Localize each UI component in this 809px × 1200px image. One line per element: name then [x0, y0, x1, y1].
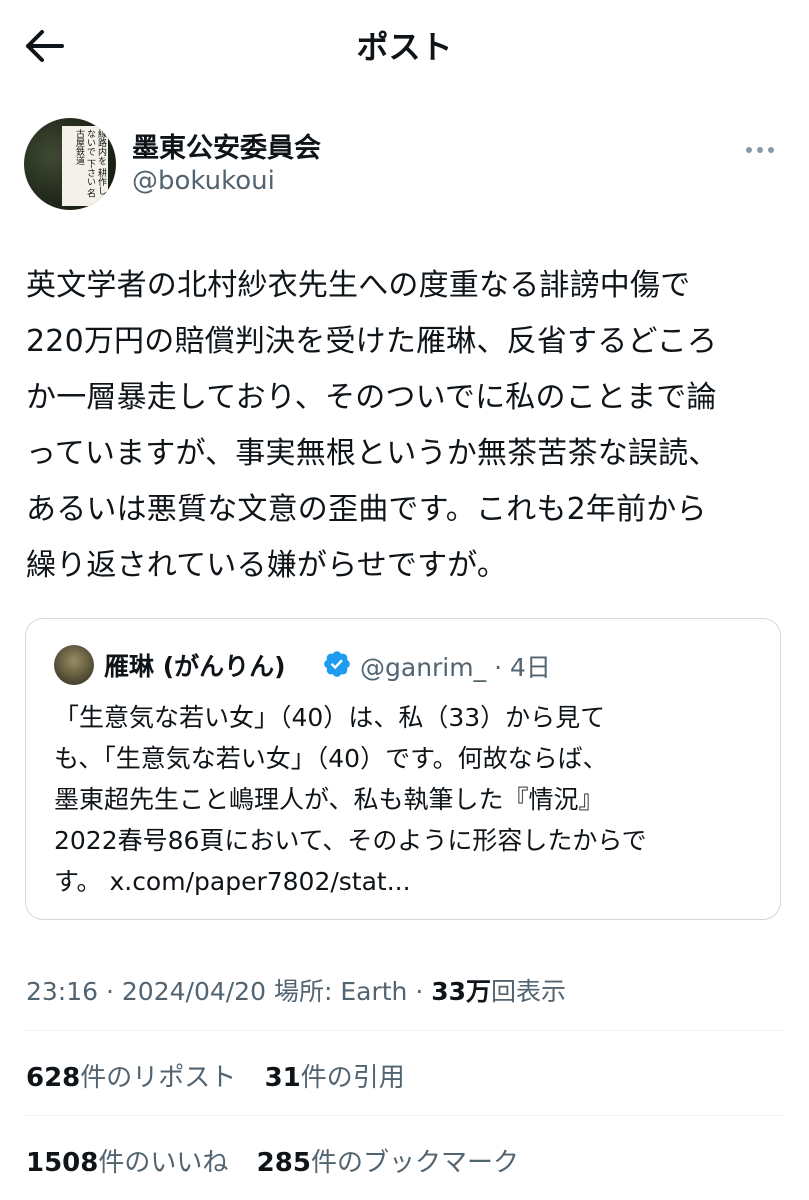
- likes-stat[interactable]: 1508件のいいね: [26, 1142, 228, 1179]
- separator-dot: ·: [106, 977, 114, 1006]
- divider: [24, 1030, 784, 1031]
- author-display-name[interactable]: 墨東公安委員会: [132, 126, 321, 165]
- avatar[interactable]: 線路内を 耕作しないで 下さい 名古屋鉄道: [24, 118, 116, 210]
- quoted-handle: @ganrim_: [360, 653, 487, 682]
- divider: [24, 1115, 784, 1116]
- quotes-label: 件の引用: [300, 1063, 405, 1093]
- quotes-stat[interactable]: 31件の引用: [265, 1057, 405, 1094]
- post-date[interactable]: 2024/04/20: [122, 977, 266, 1006]
- quoted-avatar[interactable]: [54, 645, 94, 685]
- quoted-time: · 4日: [494, 653, 551, 682]
- post-time[interactable]: 23:16: [26, 977, 98, 1006]
- page-title: ポスト: [356, 28, 453, 66]
- post-author: 線路内を 耕作しないで 下さい 名古屋鉄道 墨東公安委員会 @bokukoui: [24, 118, 784, 214]
- avatar-sign-image: 線路内を 耕作しないで 下さい 名古屋鉄道: [62, 126, 108, 206]
- bookmarks-count: 285: [256, 1148, 311, 1178]
- more-options-icon[interactable]: [746, 138, 786, 158]
- bookmarks-stat[interactable]: 285件のブックマーク: [257, 1142, 519, 1179]
- quoted-meta: @ganrim_ · 4日: [360, 648, 551, 684]
- author-handle[interactable]: @bokukoui: [132, 166, 275, 196]
- separator-dot: ·: [415, 977, 424, 1006]
- top-bar: ポスト: [0, 0, 809, 92]
- views-count: 33万: [431, 977, 492, 1006]
- likes-label: 件のいいね: [98, 1148, 229, 1178]
- verified-badge-icon: [324, 651, 350, 677]
- post-text: 英文学者の北村紗衣先生への度重なる誹謗中傷で 220万円の賠償判決を受けた雁琳、…: [26, 268, 719, 583]
- post-metadata: 23:16 · 2024/04/20 場所: Earth · 33万回表示: [26, 972, 566, 1008]
- quoted-text: 「生意気な若い女」（40）は、私（33）から見て も、「生意気な若い女」（40）…: [54, 703, 647, 896]
- reposts-stat[interactable]: 628件のリポスト: [26, 1057, 236, 1094]
- reposts-label: 件のリポスト: [80, 1063, 237, 1093]
- bookmarks-label: 件のブックマーク: [310, 1148, 519, 1178]
- quoted-author-name: 雁琳 (がんりん): [104, 652, 286, 681]
- stats-row-2: 1508件のいいね 285件のブックマーク: [26, 1142, 539, 1179]
- quotes-count: 31: [264, 1063, 301, 1093]
- reposts-count: 628: [26, 1063, 81, 1093]
- views-label: 回表示: [491, 977, 567, 1006]
- post-location: 場所: Earth: [273, 977, 408, 1006]
- quoted-post[interactable]: 雁琳 (がんりん) @ganrim_ · 4日 「生意気な若い女」（40）は、私…: [25, 618, 781, 920]
- likes-count: 1508: [26, 1148, 99, 1178]
- stats-row-1: 628件のリポスト 31件の引用: [26, 1057, 425, 1094]
